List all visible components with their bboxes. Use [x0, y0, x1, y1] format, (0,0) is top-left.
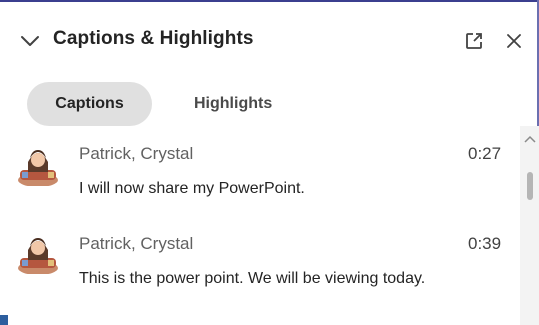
chevron-up-icon[interactable]: [524, 134, 536, 144]
captions-panel: Captions & Highlights Captions Highlight…: [0, 0, 539, 325]
panel-title: Captions & Highlights: [53, 28, 254, 49]
speaker-name: Patrick, Crystal: [79, 234, 194, 253]
tab-bar: Captions Highlights: [27, 82, 294, 126]
window-top-border: [0, 0, 539, 2]
tab-captions[interactable]: Captions: [27, 82, 152, 126]
caption-timestamp: 0:27: [468, 144, 502, 163]
captions-list: Patrick, Crystal 0:27 I will now share m…: [0, 134, 520, 325]
vertical-scrollbar[interactable]: [520, 126, 539, 325]
close-icon[interactable]: [505, 32, 523, 50]
avatar-icon: [18, 238, 58, 274]
caption-text: This is the power point. We will be view…: [79, 270, 426, 287]
caption-text: I will now share my PowerPoint.: [79, 180, 305, 197]
panel-header: Captions & Highlights: [0, 14, 539, 66]
pop-out-icon[interactable]: [464, 31, 484, 51]
avatar-icon: [18, 150, 58, 186]
chevron-down-icon[interactable]: [20, 34, 40, 48]
speaker-name: Patrick, Crystal: [79, 144, 194, 163]
tab-highlights[interactable]: Highlights: [172, 82, 294, 126]
scrollbar-thumb[interactable]: [527, 172, 533, 200]
caption-timestamp: 0:39: [468, 234, 502, 253]
